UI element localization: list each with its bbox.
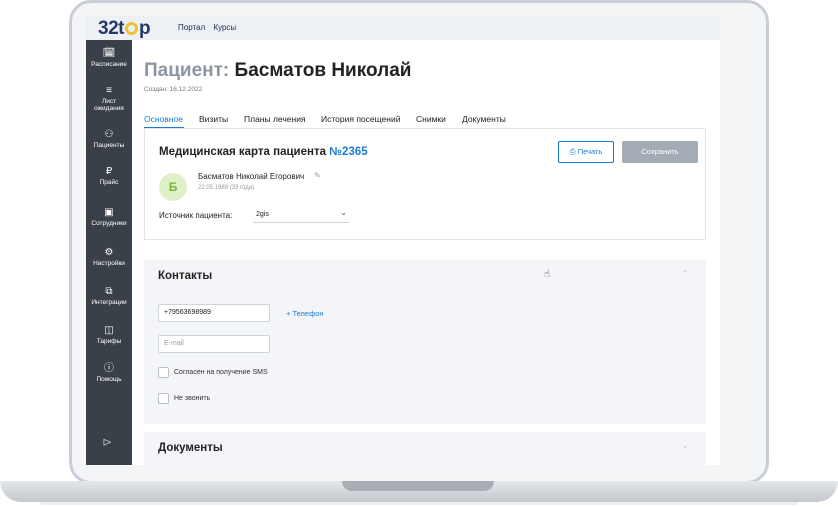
no-call-checkbox[interactable] <box>158 393 169 404</box>
sidebar-item-price[interactable]: ₽ Прайс <box>86 166 132 186</box>
page-title: Пациент: Басматов Николай <box>144 60 412 81</box>
sms-consent-checkbox[interactable] <box>158 367 169 378</box>
collapse-sidebar-icon[interactable]: ⊳ <box>102 435 112 449</box>
source-label: Источник пациента: <box>159 211 233 220</box>
sidebar-item-tariffs[interactable]: ◫ Тарифы <box>86 325 132 345</box>
top-link-portal[interactable]: Портал <box>178 23 205 32</box>
card-title: Медицинская карта пациента №2365 <box>159 146 368 158</box>
calendar-icon: 🗓 <box>102 48 116 59</box>
wallet-icon: ◫ <box>104 325 114 336</box>
contacts-title: Контакты <box>158 270 213 282</box>
sidebar: 🗓 Расписание ≡ Лист ожидания ⚇ Пациенты … <box>86 40 132 465</box>
sidebar-item-patients[interactable]: ⚇ Пациенты <box>86 129 132 149</box>
person-icon: ⚇ <box>104 129 114 140</box>
email-field[interactable]: E-mail <box>158 335 270 353</box>
ruble-icon: ₽ <box>105 166 113 177</box>
info-icon: ⓘ <box>104 363 114 374</box>
sidebar-item-integrations[interactable]: ⧉ Интеграции <box>86 286 132 306</box>
print-button[interactable]: ⎙ Печать <box>558 141 614 163</box>
avatar: Б <box>159 173 187 201</box>
laptop-shadow <box>40 502 798 505</box>
chevron-down-icon[interactable]: ⌄ <box>681 440 689 451</box>
top-bar: 32t p Портал Курсы <box>86 16 720 40</box>
tab-visit-history[interactable]: История посещений <box>321 114 400 124</box>
patient-dob: 22.05.1989 (33 года) <box>198 185 255 191</box>
medical-card: Медицинская карта пациента №2365 ⎙ Печат… <box>144 128 706 240</box>
source-select[interactable]: 2gis ⌄ <box>253 207 349 223</box>
created-date: Создан: 16.12.2022 <box>144 86 203 93</box>
logo-ring-icon <box>124 22 138 35</box>
printer-icon: ⎙ <box>569 147 576 156</box>
hand-cursor-icon: ☝ <box>544 269 551 280</box>
sidebar-item-help[interactable]: ⓘ Помощь <box>86 363 132 383</box>
laptop-notch <box>342 481 494 491</box>
phone-input[interactable]: +79563698989 <box>158 304 270 322</box>
puzzle-icon: ⧉ <box>105 286 113 297</box>
contacts-section: Контакты ☝ ⌃ +79563698989 + Телефон E-ma… <box>144 260 706 424</box>
main-content: Пациент: Басматов Николай Создан: 16.12.… <box>132 40 720 465</box>
sms-consent-label: Согласен на получение SMS <box>174 369 268 376</box>
tab-images[interactable]: Снимки <box>416 114 446 124</box>
documents-section: Документы ⌄ <box>144 432 706 465</box>
chevron-down-icon: ⌄ <box>340 208 347 217</box>
sidebar-item-settings[interactable]: ⚙ Настройки <box>86 247 132 267</box>
patient-full-name: Басматов Николай Егорович <box>198 172 305 181</box>
add-phone-link[interactable]: + Телефон <box>286 309 324 318</box>
save-button[interactable]: Сохранить <box>622 141 698 163</box>
tab-main[interactable]: Основное <box>144 114 183 124</box>
chevron-up-icon[interactable]: ⌃ <box>681 269 689 280</box>
briefcase-icon: ▣ <box>104 207 114 218</box>
sidebar-item-staff[interactable]: ▣ Сотрудники <box>86 207 132 227</box>
no-call-label: Не звонить <box>174 395 211 402</box>
list-edit-icon: ≡ <box>106 85 112 96</box>
tab-visits[interactable]: Визиты <box>199 114 228 124</box>
tab-documents[interactable]: Документы <box>462 114 506 124</box>
top-link-courses[interactable]: Курсы <box>213 23 236 32</box>
sidebar-item-schedule[interactable]: 🗓 Расписание <box>86 48 132 68</box>
tab-treatment-plans[interactable]: Планы лечения <box>244 114 306 124</box>
gear-icon: ⚙ <box>104 247 114 258</box>
app-screen: 32t p Портал Курсы 🗓 Расписание ≡ Лист ож… <box>86 16 720 465</box>
pencil-icon[interactable]: ✎ <box>314 171 321 180</box>
documents-title: Документы <box>158 442 223 454</box>
sidebar-item-waitlist[interactable]: ≡ Лист ожидания <box>86 85 132 112</box>
logo[interactable]: 32t p <box>98 18 151 40</box>
top-links: Портал Курсы <box>178 23 242 32</box>
